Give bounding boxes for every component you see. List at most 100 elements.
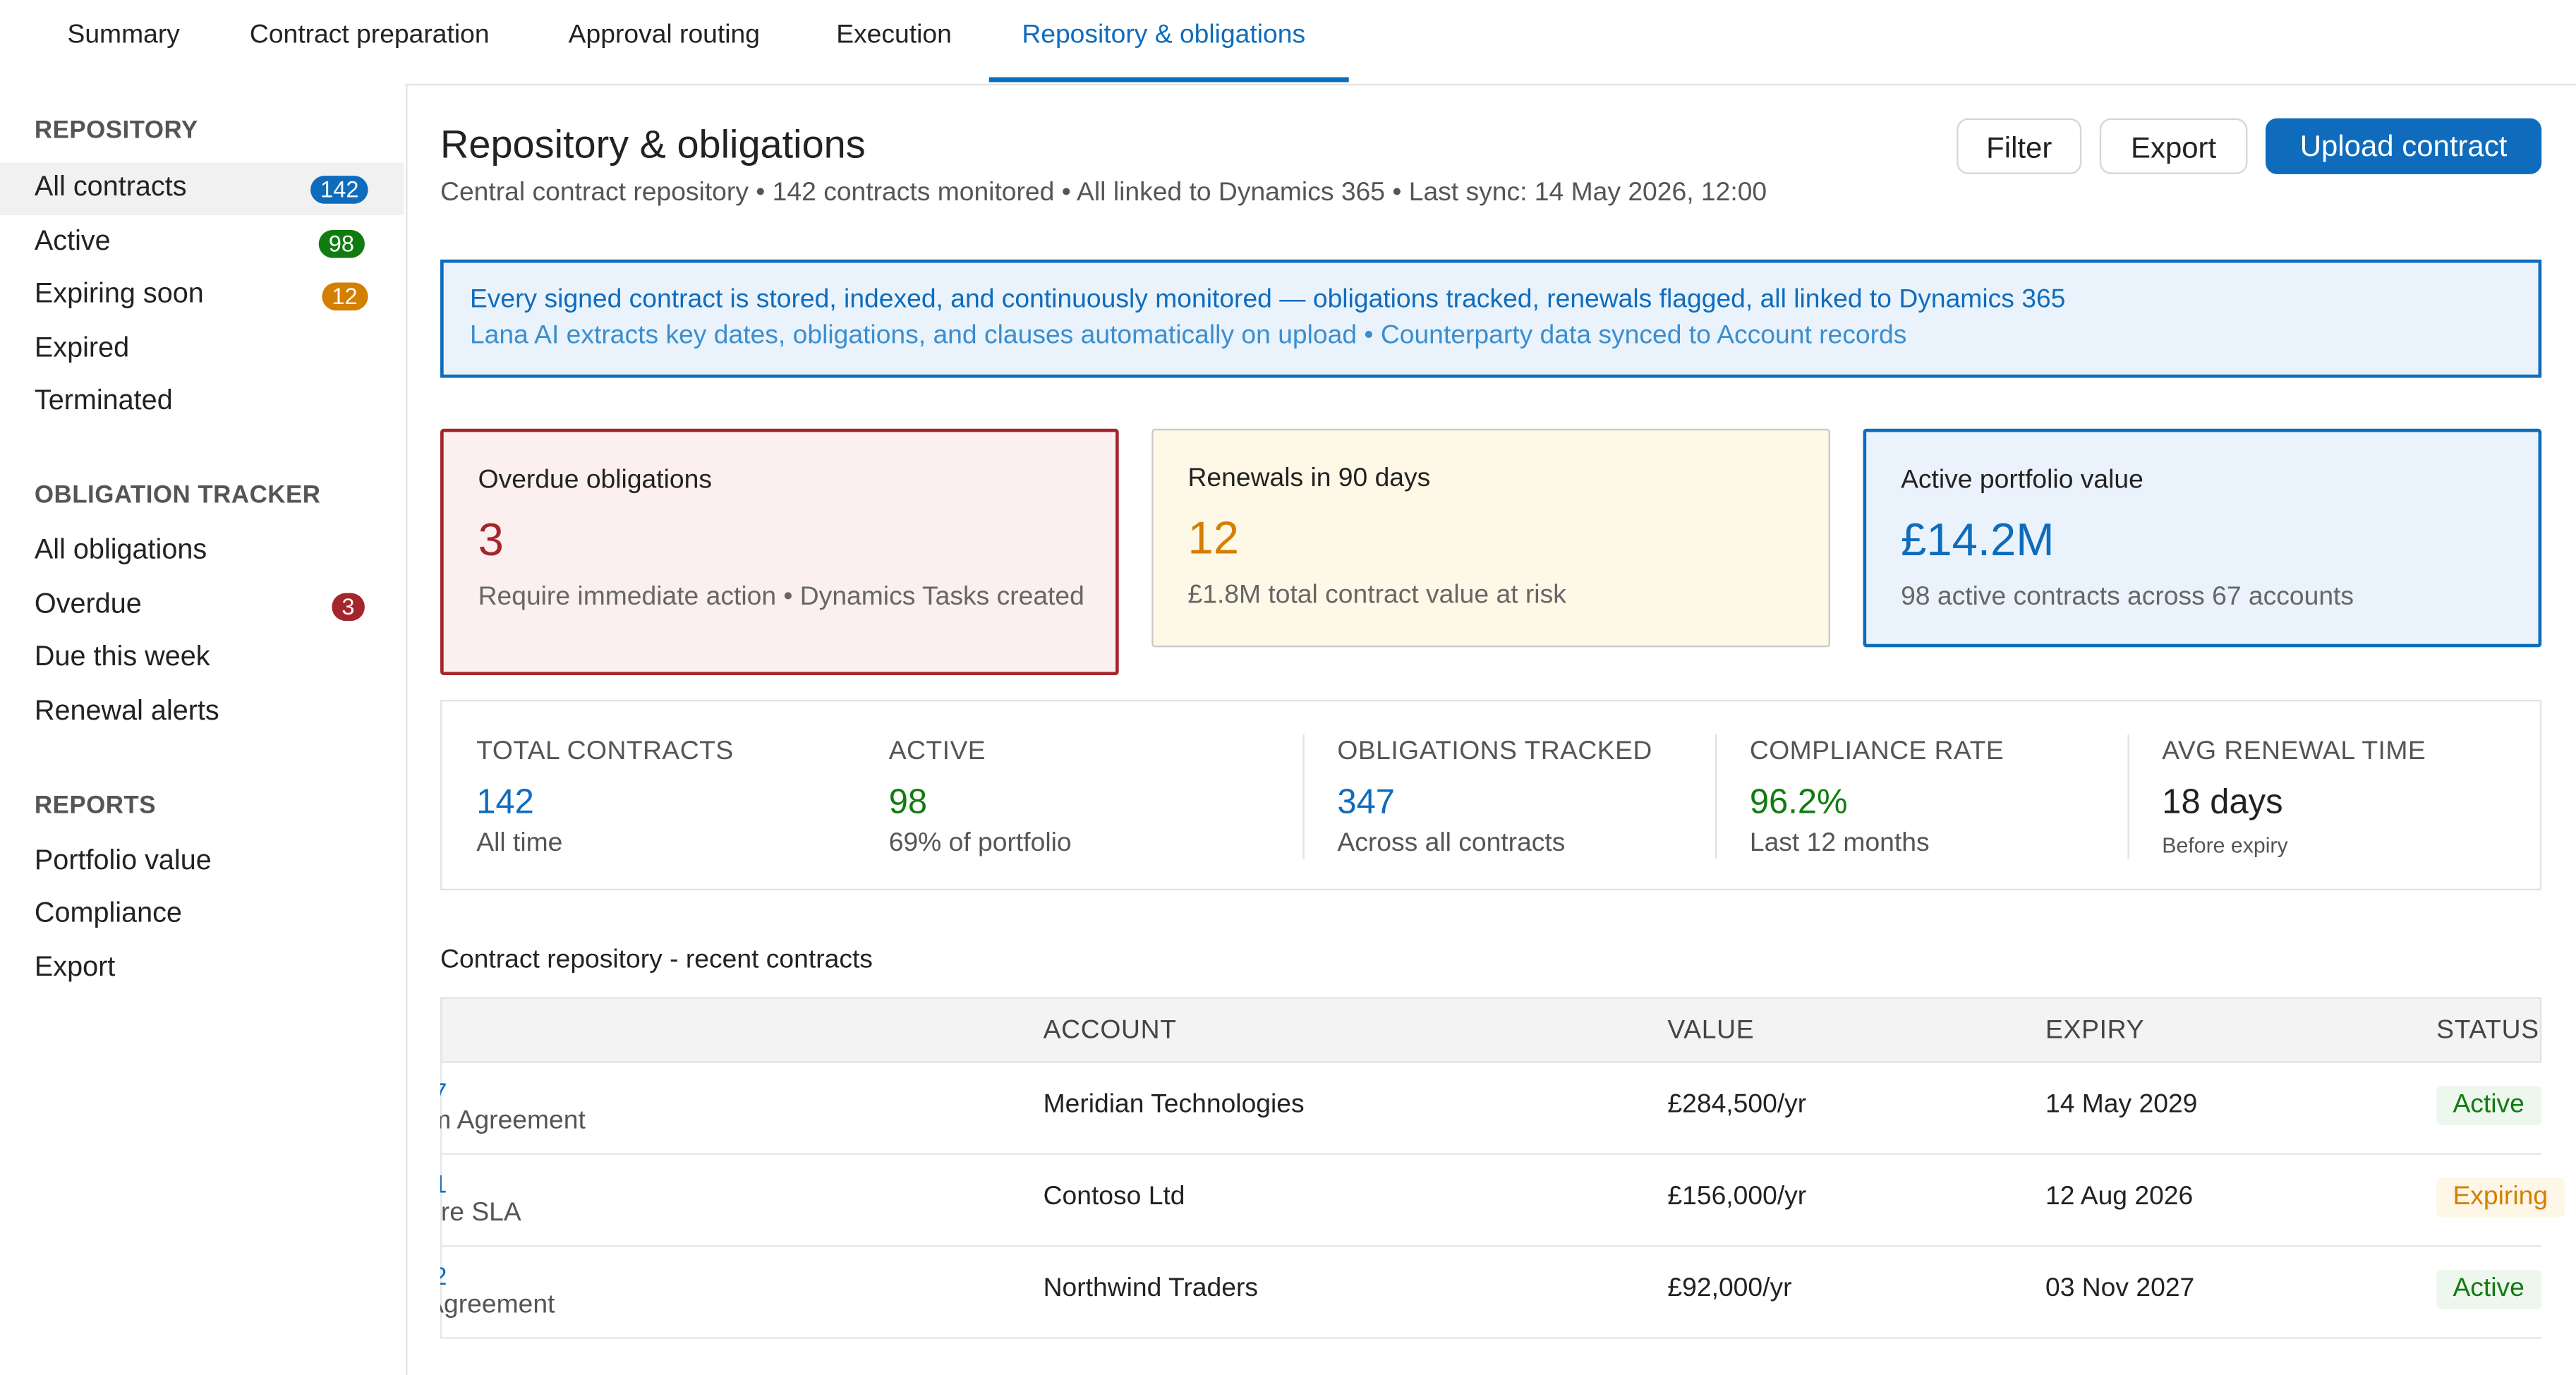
expiry-cell: 03 Nov 2027 <box>2045 1274 2195 1303</box>
stat-value: 142 <box>476 783 534 822</box>
portfolio-value-card[interactable]: Active portfolio value £14.2M 98 active … <box>1863 428 2542 648</box>
sidebar-item-label: Export <box>34 951 116 983</box>
export-button[interactable]: Export <box>2099 118 2248 174</box>
stat-divider <box>1715 734 1717 859</box>
filter-button[interactable]: Filter <box>1957 118 2082 174</box>
stat-note: Last 12 months <box>1749 829 1930 858</box>
contracts-table: ACCOUNT VALUE EXPIRY STATUS 317 orm Agre… <box>440 997 2576 1342</box>
page-subtitle: Central contract repository • 142 contra… <box>440 178 1767 207</box>
contract-name: g Agreement <box>440 1291 555 1319</box>
sidebar-item-compliance[interactable]: Compliance <box>0 889 404 942</box>
page-title: Repository & obligations <box>440 123 866 168</box>
sidebar-heading-repository: REPOSITORY <box>34 116 198 145</box>
sidebar-heading-obligation-tracker: OBLIGATION TRACKER <box>34 481 321 509</box>
stat-label: TOTAL CONTRACTS <box>476 737 734 766</box>
app-window: Summary Contract preparation Approval ro… <box>0 0 2576 1375</box>
count-badge: 98 <box>318 229 364 258</box>
sidebar-item-expiring-soon[interactable]: Expiring soon 12 <box>0 269 404 322</box>
stat-note: All time <box>476 829 563 858</box>
tab-bar: Summary Contract preparation Approval ro… <box>0 0 2576 86</box>
card-label: Overdue obligations <box>478 466 712 495</box>
card-note: £1.8M total contract value at risk <box>1187 581 1566 610</box>
tab-execution[interactable]: Execution <box>836 21 952 51</box>
stat-value: 18 days <box>2162 783 2283 822</box>
account-cell: Contoso Ltd <box>1043 1182 1185 1211</box>
stat-value: 347 <box>1337 783 1396 822</box>
card-value: 3 <box>478 514 504 566</box>
status-badge: Expiring <box>2436 1177 2565 1218</box>
sidebar: REPOSITORY All contracts 142 Active 98 E… <box>0 83 408 1375</box>
column-header-status[interactable]: STATUS <box>2436 1017 2539 1046</box>
tab-repository-obligations[interactable]: Repository & obligations <box>1022 21 1305 51</box>
tab-summary[interactable]: Summary <box>67 21 179 51</box>
sidebar-item-all-obligations[interactable]: All obligations <box>0 526 404 579</box>
overdue-obligations-card[interactable]: Overdue obligations 3 Require immediate … <box>440 428 1119 676</box>
value-cell: £284,500/yr <box>1667 1091 1807 1119</box>
count-badge: 3 <box>332 593 365 622</box>
card-label: Renewals in 90 days <box>1187 464 1431 493</box>
column-header-expiry[interactable]: EXPIRY <box>2045 1017 2144 1046</box>
sidebar-item-export[interactable]: Export <box>0 943 404 996</box>
sidebar-item-label: Terminated <box>34 384 173 416</box>
card-note: 98 active contracts across 67 accounts <box>1901 583 2354 612</box>
card-label: Active portfolio value <box>1901 466 2143 495</box>
sidebar-item-label: Due this week <box>34 641 210 672</box>
stat-note: Before expiry <box>2162 832 2288 858</box>
contract-name: orm Agreement <box>440 1107 586 1135</box>
sidebar-item-label: Expired <box>34 332 130 363</box>
sidebar-item-label: Portfolio value <box>34 844 212 876</box>
renewals-card[interactable]: Renewals in 90 days 12 £1.8M total contr… <box>1151 428 1830 648</box>
sidebar-item-label: Renewal alerts <box>34 694 219 727</box>
column-header-value[interactable]: VALUE <box>1667 1017 1754 1046</box>
sidebar-item-expired[interactable]: Expired <box>0 324 404 377</box>
contract-name: cture SLA <box>440 1199 521 1228</box>
sidebar-item-label: Overdue <box>34 588 142 619</box>
contract-id-link[interactable]: 317 <box>440 1079 447 1108</box>
value-cell: £156,000/yr <box>1667 1182 1807 1211</box>
sidebar-item-overdue[interactable]: Overdue 3 <box>0 580 404 633</box>
card-note: Require immediate action • Dynamics Task… <box>478 583 1084 612</box>
account-cell: Meridian Technologies <box>1043 1091 1305 1119</box>
stat-label: ACTIVE <box>888 737 986 766</box>
expiry-cell: 14 May 2029 <box>2045 1091 2198 1119</box>
sidebar-item-label: All contracts <box>34 171 187 202</box>
sidebar-item-terminated[interactable]: Terminated <box>0 376 404 429</box>
active-tab-indicator <box>988 77 1349 83</box>
sidebar-item-active[interactable]: Active 98 <box>0 217 404 269</box>
sidebar-heading-reports: REPORTS <box>34 792 157 820</box>
sidebar-item-all-contracts[interactable]: All contracts 142 <box>0 162 404 216</box>
status-badge: Active <box>2436 1086 2541 1126</box>
upload-contract-button[interactable]: Upload contract <box>2266 118 2542 174</box>
table-row[interactable]: 582 g Agreement Northwind Traders £92,00… <box>440 1247 2542 1339</box>
count-badge: 12 <box>322 282 368 311</box>
column-header-account[interactable]: ACCOUNT <box>1044 1017 1177 1046</box>
card-value: £14.2M <box>1901 514 2055 566</box>
expiry-cell: 12 Aug 2026 <box>2045 1182 2194 1211</box>
value-cell: £92,000/yr <box>1667 1274 1792 1303</box>
tab-approval-routing[interactable]: Approval routing <box>569 21 760 51</box>
sidebar-item-due-this-week[interactable]: Due this week <box>0 632 404 685</box>
sidebar-item-portfolio-value[interactable]: Portfolio value <box>0 836 404 889</box>
contract-id-link[interactable]: 591 <box>440 1171 447 1199</box>
stat-divider <box>2127 734 2129 859</box>
sidebar-item-label: Compliance <box>34 897 182 928</box>
stats-panel: TOTAL CONTRACTS 142 All time ACTIVE 98 6… <box>440 699 2542 891</box>
stat-note: 69% of portfolio <box>888 829 1072 858</box>
stat-value: 98 <box>888 783 928 822</box>
status-badge: Active <box>2436 1269 2541 1309</box>
contract-id-link[interactable]: 582 <box>440 1264 447 1292</box>
table-title: Contract repository - recent contracts <box>440 946 873 974</box>
banner-line-primary: Every signed contract is stored, indexed… <box>469 286 2066 314</box>
banner-line-secondary: Lana AI extracts key dates, obligations,… <box>469 322 1907 350</box>
info-banner: Every signed contract is stored, indexed… <box>440 259 2542 378</box>
account-cell: Northwind Traders <box>1043 1274 1258 1303</box>
sidebar-item-label: All obligations <box>34 533 207 566</box>
stat-label: COMPLIANCE RATE <box>1749 737 2004 766</box>
table-row[interactable]: 591 cture SLA Contoso Ltd £156,000/yr 12… <box>440 1154 2565 1247</box>
table-row[interactable]: 317 orm Agreement Meridian Technologies … <box>440 1062 2542 1155</box>
tab-contract-preparation[interactable]: Contract preparation <box>250 21 490 51</box>
sidebar-item-renewal-alerts[interactable]: Renewal alerts <box>0 686 404 739</box>
sidebar-item-label: Expiring soon <box>34 277 204 309</box>
table-header: ACCOUNT VALUE EXPIRY STATUS <box>440 997 2542 1063</box>
stat-divider <box>1302 734 1305 859</box>
